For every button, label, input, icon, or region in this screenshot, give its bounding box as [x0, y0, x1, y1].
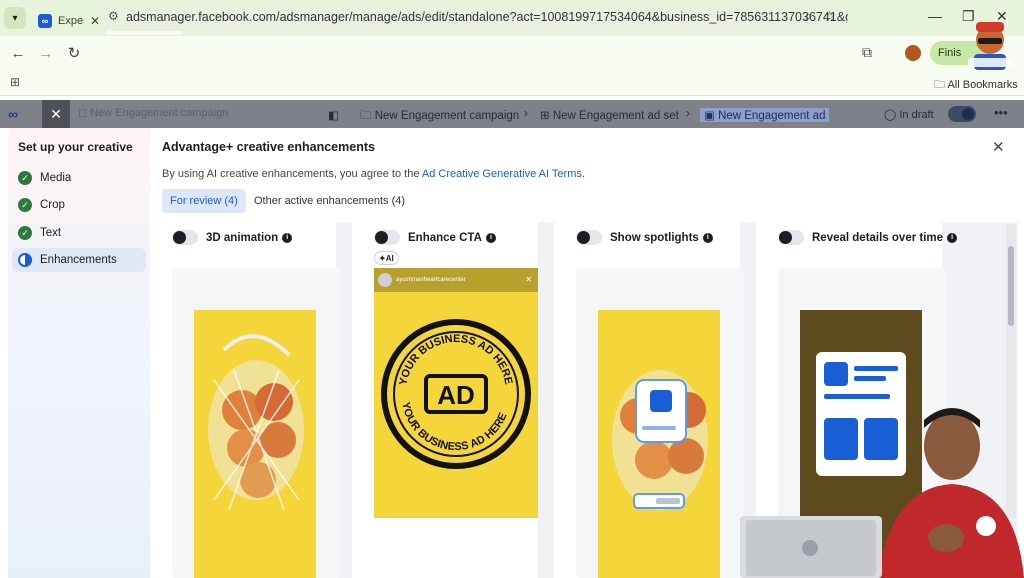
breadcrumb-campaign[interactable]: 🗀 New Engagement campaign [360, 108, 519, 127]
info-icon[interactable]: i [282, 232, 293, 243]
tab-close-icon[interactable]: ✕ [90, 14, 100, 28]
breadcrumb-adset-label: New Engagement ad set [552, 110, 679, 122]
preview-image [598, 310, 720, 578]
card-header: Enhance CTA i [374, 230, 496, 245]
campaign-search-input[interactable]: ◻ New Engagement campaign [78, 106, 308, 124]
card-label: Enhance CTA [408, 231, 482, 244]
ads-manager-header: ∞ ✕ ◻ New Engagement campaign ◧ 🗀 New En… [0, 100, 1024, 128]
all-bookmarks-link[interactable]: 🗀 All Bookmarks [934, 76, 1018, 95]
campaign-placeholder: New Engagement campaign [90, 107, 229, 119]
step-text[interactable]: ✓ Text [12, 221, 146, 245]
step-text-label: Text [40, 227, 62, 239]
info-icon[interactable]: i [485, 232, 496, 243]
zoom-icon[interactable]: ⌕ [805, 8, 812, 24]
breadcrumb-adset[interactable]: ⊞ New Engagement ad set [540, 108, 679, 122]
toggle-enhance-cta[interactable] [374, 230, 400, 245]
info-icon[interactable]: i [702, 232, 713, 243]
story-handle: ayushmanheartcarecenter [396, 277, 466, 283]
step-crop-label: Crop [40, 199, 65, 211]
step-media[interactable]: ✓ Media [12, 166, 146, 190]
creative-setup-sidebar: Set up your creative ✓ Media ✓ Crop ✓ Text … [8, 128, 150, 578]
chevron-right-icon: › [686, 108, 690, 120]
all-bookmarks-label: All Bookmarks [947, 79, 1018, 91]
minimize-icon[interactable]: — [928, 8, 942, 24]
card-header: Reveal details over time i [778, 230, 958, 245]
produce-bag-spotlight-image [612, 370, 708, 510]
draft-status: ◯ In draft [884, 109, 934, 121]
url-input[interactable]: ⚙ adsmanager.facebook.com/adsmanager/man… [100, 3, 848, 31]
ai-badge: ✦ AI [374, 251, 399, 265]
check-icon: ✓ [18, 198, 32, 212]
card-header: 3D animation i [172, 230, 293, 245]
toggle-reveal-details[interactable] [778, 230, 804, 245]
card-label: Reveal details over time [812, 231, 944, 244]
produce-bag-image [208, 334, 304, 511]
ring-text-top: YOUR BUSINESS AD HERE [397, 333, 514, 386]
tab-favicon-icon: ∞ [38, 14, 52, 28]
scrollbar-thumb[interactable] [1008, 246, 1014, 326]
tab-label: Experi [58, 15, 84, 27]
url-text: adsmanager.facebook.com/adsmanager/manag… [126, 10, 848, 24]
breadcrumb-ad[interactable]: ▣ New Engagement ad [700, 108, 830, 122]
story-avatar [378, 273, 392, 287]
draft-status-label: In draft [899, 109, 934, 121]
step-enhancements-label: Enhancements [40, 254, 117, 266]
reload-icon[interactable]: ↻ [60, 44, 88, 62]
enhancement-card-3d-animation: 3D animation i [150, 222, 340, 578]
tab-for-review[interactable]: For review (4) [162, 189, 246, 213]
bookmark-star-icon[interactable]: ☆ [823, 8, 836, 25]
breadcrumb-campaign-label: New Engagement campaign [374, 110, 520, 122]
enhancement-card-enhance-cta: Enhance CTA i ✦ AI ayushmanheartcarecent… [352, 222, 538, 578]
check-icon: ✓ [18, 226, 32, 240]
presenter-webcam-overlay [740, 408, 1024, 578]
breadcrumb-ad-label: New Engagement ad [718, 110, 826, 122]
ad-stamp-graphic: YOUR BUSINESS AD HERE YOUR BUSINESS AD H… [381, 319, 531, 469]
svg-text:YOUR BUSINESS AD HERE: YOUR BUSINESS AD HERE [397, 333, 514, 386]
story-header: ayushmanheartcarecenter ✕ [374, 268, 538, 292]
chevron-right-icon: › [524, 108, 528, 120]
apps-grid-icon[interactable]: ⊞ [10, 75, 20, 89]
story-preview: ayushmanheartcarecenter ✕ YOUR BUSINESS … [374, 268, 538, 518]
ai-badge-label: AI [385, 253, 394, 263]
story-close-icon: ✕ [525, 275, 532, 284]
tab-search-icon[interactable]: ▾ [4, 7, 26, 29]
terms-suffix: . [581, 168, 585, 180]
back-icon[interactable]: ← [4, 45, 32, 62]
step-enhancements[interactable]: Enhancements [12, 248, 146, 272]
extensions-icon[interactable]: ⧉ [862, 44, 872, 61]
toggle-3d-animation[interactable] [172, 230, 198, 245]
toggle-show-spotlights[interactable] [576, 230, 602, 245]
step-media-label: Media [40, 172, 72, 184]
ai-terms-link[interactable]: Ad Creative Generative AI Terms [422, 168, 582, 180]
sidebar-toggle-icon[interactable]: ◧ [328, 108, 339, 122]
card-label: Show spotlights [610, 231, 699, 244]
channel-logo-icon [968, 22, 1012, 70]
tab-other-enhancements[interactable]: Other active enhancements (4) [254, 189, 405, 213]
forward-icon[interactable]: → [32, 45, 60, 62]
site-info-icon[interactable]: ⚙ [108, 9, 119, 23]
modal-title: Advantage+ creative enhancements [162, 140, 375, 154]
card-label: 3D animation [206, 231, 279, 244]
browser-tab[interactable]: ∞ Experi ✕ [32, 7, 106, 35]
in-progress-icon [18, 253, 32, 267]
ai-terms-notice: By using AI creative enhancements, you a… [162, 168, 585, 180]
check-icon: ✓ [18, 171, 32, 185]
preview-image [194, 310, 316, 578]
enhancement-card-show-spotlights: Show spotlights i [554, 222, 744, 578]
close-icon[interactable]: ✕ [992, 138, 1005, 156]
step-crop[interactable]: ✓ Crop [12, 193, 146, 217]
terms-prefix: By using AI creative enhancements, you a… [162, 168, 422, 180]
card-header: Show spotlights i [576, 230, 713, 245]
ad-status-toggle[interactable] [948, 106, 976, 122]
profile-extension-icon[interactable] [905, 45, 921, 61]
ad-label: AD [437, 380, 475, 410]
close-editor-icon[interactable]: ✕ [42, 100, 70, 128]
more-options-icon[interactable]: ••• [994, 105, 1008, 120]
sidebar-title: Set up your creative [18, 140, 133, 154]
bookmarks-bar: ⊞ 🗀 All Bookmarks [0, 70, 1024, 96]
info-icon[interactable]: i [947, 232, 958, 243]
meta-logo-icon[interactable]: ∞ [8, 106, 18, 122]
finish-label: Finis [938, 47, 962, 59]
